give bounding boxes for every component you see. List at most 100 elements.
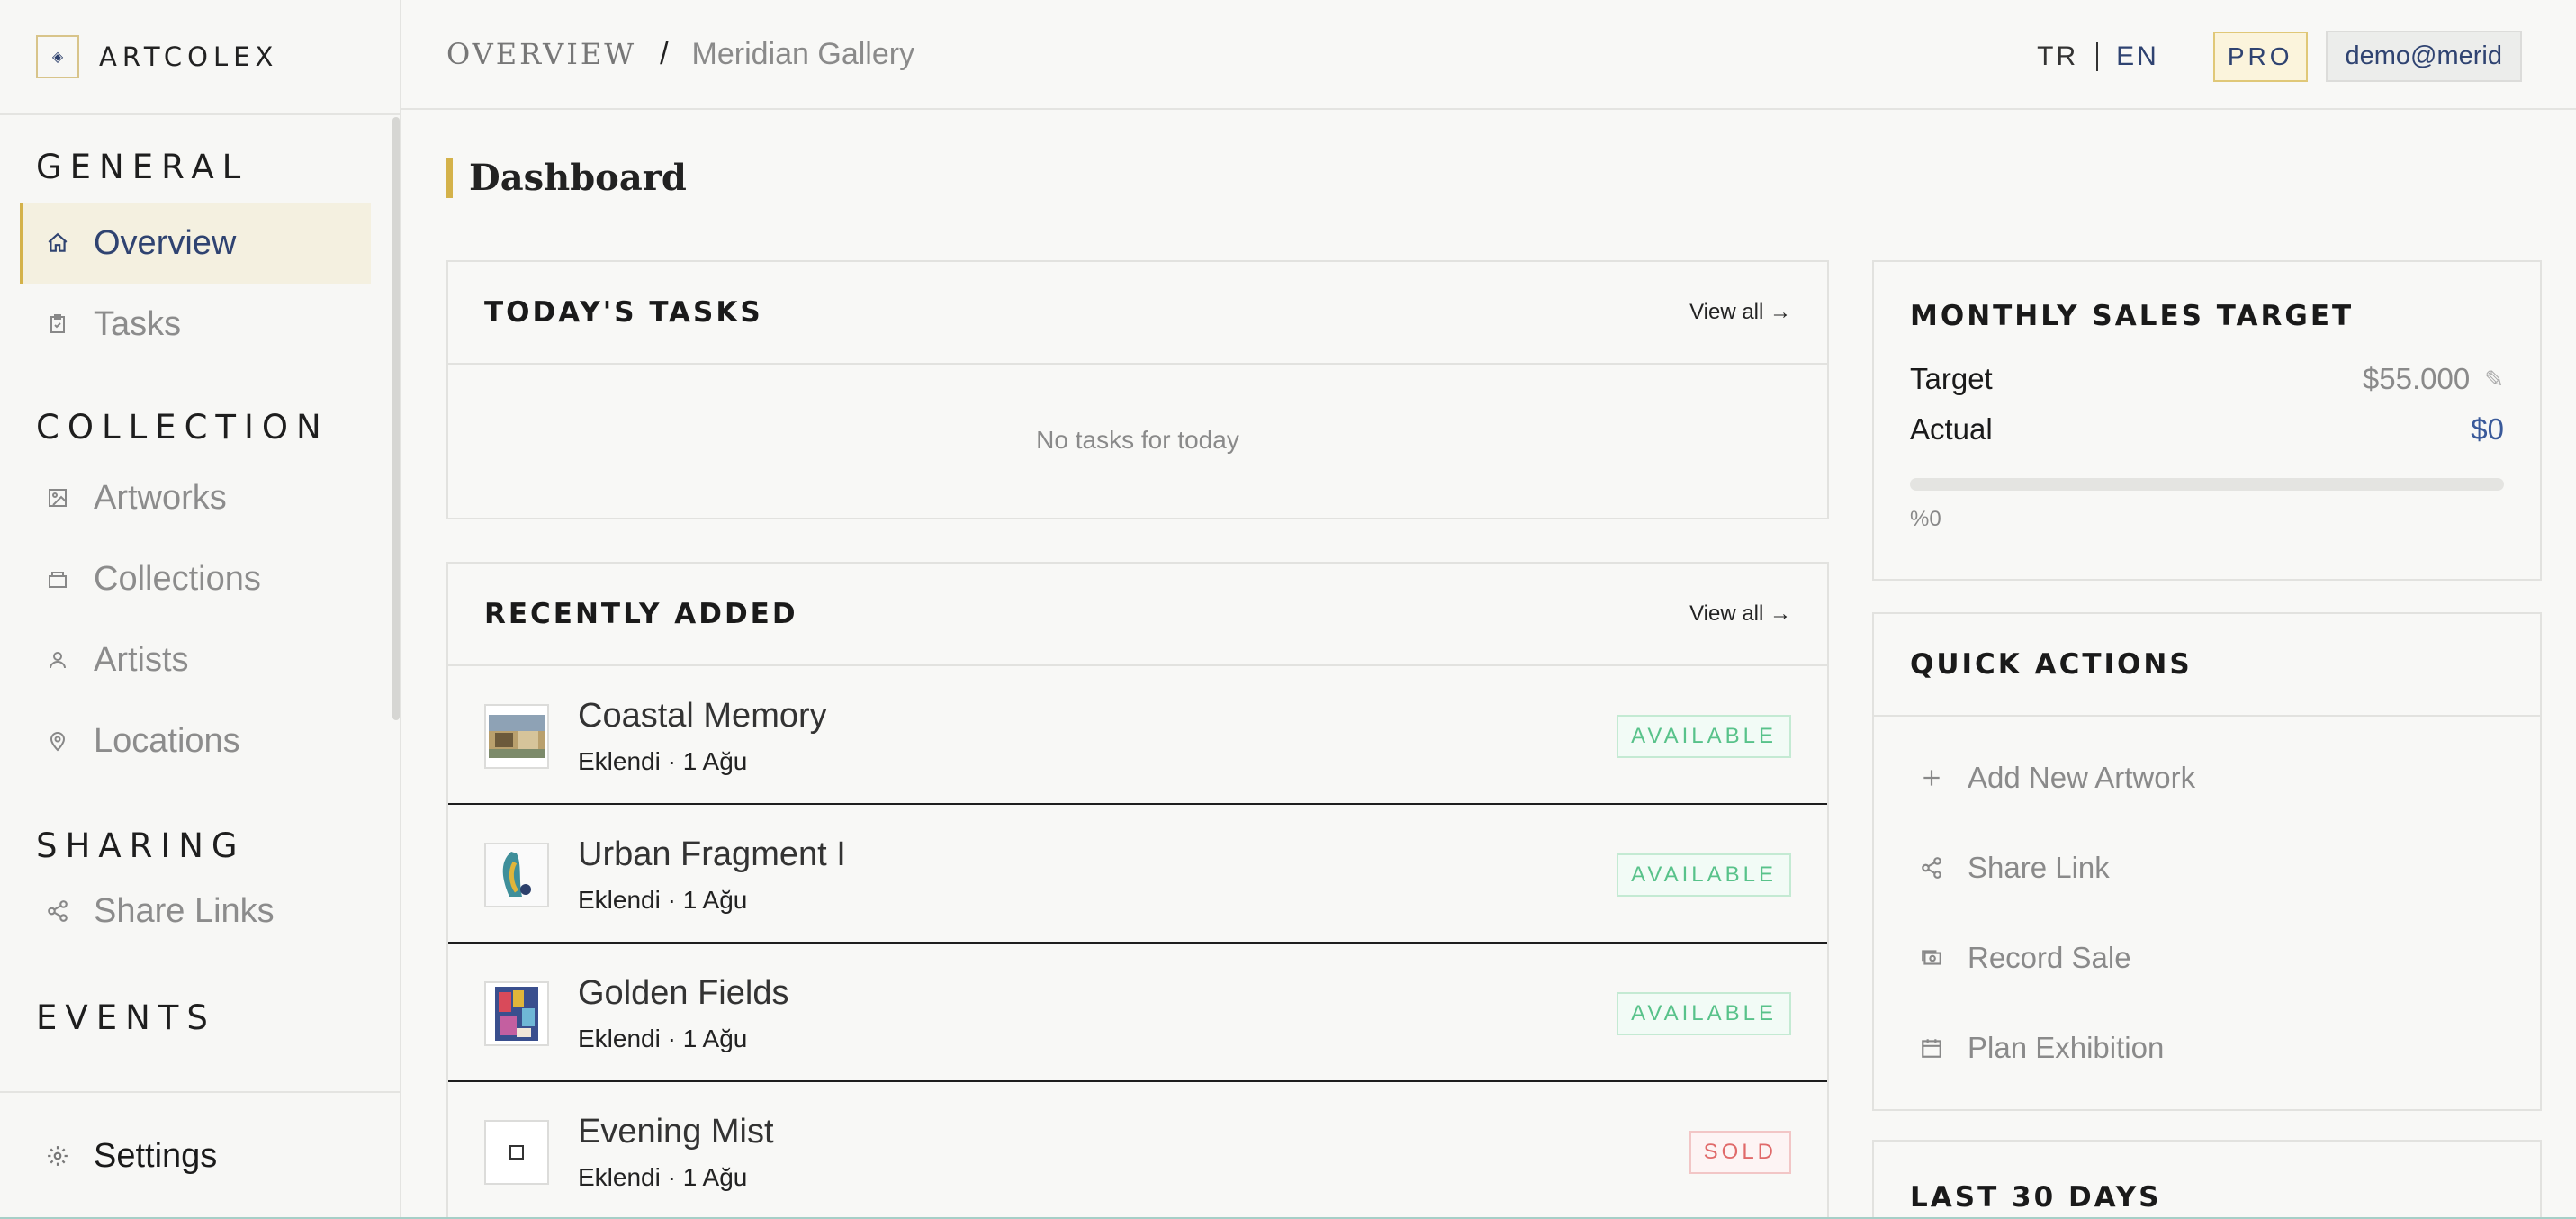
card-title: MONTHLY SALES TARGET [1910,300,2355,332]
breadcrumb-current: Meridian Gallery [691,36,915,71]
status-badge: SOLD [1689,1131,1791,1174]
artwork-title: Golden Fields [578,974,789,1012]
breadcrumb-root[interactable]: OVERVIEW [446,37,636,71]
sidebar: ◈ ARTCOLEX GENERAL Overview Tasks COLLEC… [0,0,401,1219]
sidebar-item-label: Locations [94,721,240,760]
cash-icon [1919,945,1944,971]
quick-action-label: Share Link [1968,851,2110,884]
card-title: LAST 30 DAYS [1910,1181,2162,1214]
quick-action-add-artwork[interactable]: Add New Artwork [1874,733,2540,823]
lang-tr-button[interactable]: TR [2037,41,2078,72]
artwork-added-date: Eklendi · 1 Ağu [578,886,748,914]
sales-progress-bar [1910,478,2504,491]
status-badge: AVAILABLE [1617,853,1791,897]
artwork-added-date: Eklendi · 1 Ağu [578,1163,748,1191]
tasks-empty-state: No tasks for today [1036,426,1239,454]
artwork-added-date: Eklendi · 1 Ağu [578,747,748,775]
plus-icon [1919,765,1944,790]
breadcrumb-separator: / [660,36,669,71]
section-title-events: EVENTS [36,998,216,1037]
artwork-thumbnail [484,981,549,1046]
card-title: QUICK ACTIONS [1910,648,2193,681]
artwork-title: Coastal Memory [578,697,827,735]
artwork-title: Evening Mist [578,1113,774,1151]
sidebar-nav: GENERAL Overview Tasks COLLECTION Artwor… [0,117,400,1091]
lang-divider [2096,41,2099,71]
actual-row: Actual $0 [1874,404,2540,455]
card-header: MONTHLY SALES TARGET [1874,262,2540,332]
status-badge: AVAILABLE [1617,992,1791,1035]
sidebar-item-settings[interactable]: Settings [0,1091,400,1219]
artwork-title: Urban Fragment I [578,835,846,873]
quick-action-label: Add New Artwork [1968,761,2196,794]
user-menu-button[interactable]: demo@merid [2325,31,2522,82]
plan-badge[interactable]: PRO [2212,31,2308,82]
image-icon [45,485,70,510]
sidebar-item-collections[interactable]: Collections [0,538,400,619]
card-header: LAST 30 DAYS [1874,1142,2540,1214]
sidebar-item-label: Artists [94,640,189,679]
sidebar-item-artworks[interactable]: Artworks [0,457,400,538]
gear-icon [45,1143,70,1169]
sidebar-item-label: Overview [94,223,237,262]
sales-progress-percent: %0 [1910,507,1941,531]
last-30-days-card: LAST 30 DAYS [1872,1140,2542,1219]
artwork-added-date: Eklendi · 1 Ağu [578,1025,748,1052]
lang-en-button[interactable]: EN [2116,41,2159,72]
card-title: TODAY'S TASKS [484,296,763,329]
quick-action-record-sale[interactable]: Record Sale [1874,913,2540,1003]
recent-view-all-link[interactable]: View all → [1689,601,1791,627]
quick-action-share-link[interactable]: Share Link [1874,823,2540,913]
status-badge: AVAILABLE [1617,715,1791,758]
list-item[interactable]: Coastal Memory Eklendi · 1 Ağu AVAILABLE [448,666,1827,805]
quick-action-label: Record Sale [1968,941,2131,974]
section-title-collection: COLLECTION [36,408,329,447]
list-item[interactable]: Urban Fragment I Eklendi · 1 Ağu AVAILAB… [448,805,1827,944]
settings-label: Settings [94,1136,218,1175]
artwork-thumbnail-placeholder [484,1120,549,1185]
target-row: Target $55.000 ✎ [1874,354,2540,404]
sidebar-item-label: Share Links [94,891,275,930]
sidebar-item-locations[interactable]: Locations [0,700,400,781]
actual-value: $0 [2471,412,2504,446]
recently-added-card: RECENTLY ADDED View all → Coastal Memory… [446,562,1829,1219]
sidebar-item-label: Tasks [94,304,182,343]
folder-stack-icon [45,566,70,591]
clipboard-icon [45,312,70,337]
person-icon [45,647,70,673]
target-value-group: $55.000 ✎ [2363,362,2504,396]
share-icon [45,898,70,924]
edit-pencil-icon[interactable]: ✎ [2484,366,2504,393]
todays-tasks-card: TODAY'S TASKS View all → No tasks for to… [446,260,1829,519]
target-label: Target [1910,362,1993,395]
topbar: OVERVIEW / Meridian Gallery TR EN PRO de… [401,0,2576,110]
card-title: RECENTLY ADDED [484,598,798,630]
sidebar-item-share-links[interactable]: Share Links [0,871,400,952]
card-header: TODAY'S TASKS View all → [448,262,1827,365]
sidebar-item-label: Collections [94,559,261,598]
card-header: RECENTLY ADDED View all → [448,564,1827,666]
topbar-actions: TR EN PRO demo@merid [2037,31,2522,82]
page-title: Dashboard [446,158,687,198]
tasks-view-all-link[interactable]: View all → [1689,300,1791,325]
list-item[interactable]: Evening Mist Eklendi · 1 Ağu SOLD [448,1082,1827,1219]
sidebar-item-artists[interactable]: Artists [0,619,400,700]
monthly-sales-target-card: MONTHLY SALES TARGET Target $55.000 ✎ Ac… [1872,260,2542,581]
quick-actions-card: QUICK ACTIONS Add New Artwork Share Link… [1872,612,2542,1111]
artwork-thumbnail [484,843,549,907]
list-item[interactable]: Golden Fields Eklendi · 1 Ağu AVAILABLE [448,944,1827,1082]
section-title-general: GENERAL [36,148,249,186]
section-title-sharing: SHARING [36,826,246,865]
sidebar-scrollbar[interactable] [392,117,400,720]
actual-label: Actual [1910,412,1993,446]
card-header: QUICK ACTIONS [1874,614,2540,717]
home-icon [45,230,70,256]
sidebar-item-tasks[interactable]: Tasks [0,284,400,365]
brand-name: ARTCOLEX [99,41,279,72]
share-icon [1919,855,1944,880]
target-value: $55.000 [2362,362,2471,395]
quick-action-plan-exhibition[interactable]: Plan Exhibition [1874,1003,2540,1093]
calendar-icon [1919,1035,1944,1061]
brand[interactable]: ◈ ARTCOLEX [0,0,400,115]
sidebar-item-overview[interactable]: Overview [20,203,371,284]
